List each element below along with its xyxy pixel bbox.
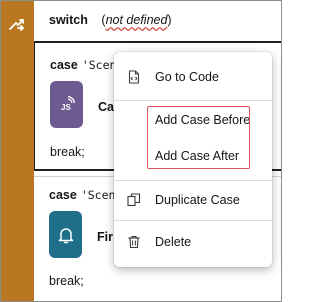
svg-text:JS: JS xyxy=(61,103,71,112)
step-tile-notification[interactable] xyxy=(49,211,82,258)
switch-rail xyxy=(1,1,34,301)
trash-icon xyxy=(128,235,140,249)
menu-separator xyxy=(114,180,272,181)
flow-canvas: switch (not defined) case 'Scena JS Ca br… xyxy=(0,0,282,302)
menu-label: Delete xyxy=(155,235,192,249)
case-header: case 'Scena xyxy=(50,58,123,72)
menu-item-duplicate-case[interactable]: Duplicate Case xyxy=(114,185,272,215)
condition-text: not defined xyxy=(105,13,168,27)
case-header: case 'Scena xyxy=(49,188,122,202)
break-statement: break; xyxy=(49,274,84,288)
highlight-annotation xyxy=(147,106,250,169)
context-menu: Go to Code Add Case Before Add Case Afte… xyxy=(114,52,272,267)
switch-icon xyxy=(9,19,24,31)
menu-separator xyxy=(114,100,272,101)
switch-condition[interactable]: (not defined) xyxy=(101,13,171,27)
javascript-icon: JS xyxy=(61,95,76,112)
switch-keyword: switch xyxy=(49,13,88,27)
step-name: Ca xyxy=(98,100,114,114)
menu-label: Go to Code xyxy=(155,70,219,84)
menu-item-go-to-code[interactable]: Go to Code xyxy=(114,62,272,92)
bell-icon xyxy=(58,228,74,244)
menu-label: Duplicate Case xyxy=(155,193,240,207)
case-keyword: case xyxy=(49,188,77,202)
code-file-icon xyxy=(128,70,140,84)
menu-item-delete[interactable]: Delete xyxy=(114,227,272,257)
break-statement: break; xyxy=(50,145,85,159)
menu-separator xyxy=(114,220,272,221)
copy-icon xyxy=(127,193,141,207)
switch-header[interactable]: switch (not defined) xyxy=(49,13,172,27)
step-name: Fir xyxy=(97,230,113,244)
step-tile-javascript[interactable]: JS xyxy=(50,81,83,128)
case-keyword: case xyxy=(50,58,78,72)
close-paren: ) xyxy=(167,13,172,27)
